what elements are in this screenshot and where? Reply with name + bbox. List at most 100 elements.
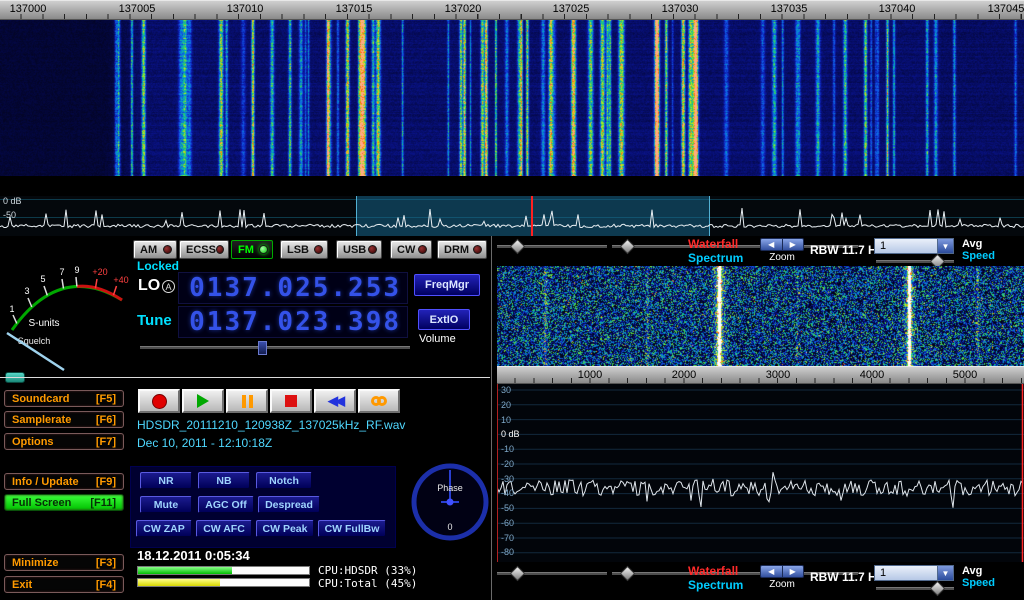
- zoom-out-icon[interactable]: ◀: [761, 239, 783, 250]
- play-icon: [197, 394, 209, 408]
- waterfall-tab[interactable]: Waterfall: [688, 564, 738, 578]
- cw-peak-button[interactable]: CW Peak: [256, 520, 314, 537]
- cw-afc-button[interactable]: CW AFC: [196, 520, 252, 537]
- rewind-icon: ◀◀: [328, 393, 342, 409]
- mode-button-usb[interactable]: USB: [336, 240, 382, 259]
- mode-button-am[interactable]: AM: [133, 240, 177, 259]
- volume-slider-handle[interactable]: [258, 341, 267, 355]
- spectrum-tab[interactable]: Spectrum: [688, 578, 743, 592]
- main-waterfall[interactable]: [0, 0, 1024, 176]
- phase-value: 0: [447, 522, 452, 532]
- avg-label: Avg: [962, 565, 982, 577]
- db-label: -50: [501, 503, 514, 513]
- zoom-stepper[interactable]: ◀▶: [760, 238, 804, 251]
- mode-label: AM: [140, 244, 157, 256]
- pause-button[interactable]: [226, 389, 268, 413]
- extio-button[interactable]: ExtIO: [418, 309, 470, 330]
- info-update-button[interactable]: Info / Update [F9]: [4, 473, 124, 490]
- s-meter-tick-label: 1: [9, 304, 14, 314]
- speed-slider-handle[interactable]: [930, 581, 946, 597]
- mode-button-ecss[interactable]: ECSS: [179, 240, 229, 259]
- mode-button-fm[interactable]: FM: [231, 240, 273, 259]
- loop-button[interactable]: [358, 389, 400, 413]
- cw-fullbw-button[interactable]: CW FullBw: [318, 520, 386, 537]
- mode-button-cw[interactable]: CW: [390, 240, 432, 259]
- s-meter-tick-label: 7: [59, 267, 64, 277]
- brightness-slider-handle[interactable]: [510, 239, 526, 255]
- db-label: -10: [501, 444, 514, 454]
- button-hotkey: [F11]: [90, 497, 116, 509]
- db-label: -50: [3, 210, 16, 220]
- db-label: 30: [501, 385, 511, 395]
- chevron-down-icon[interactable]: ▼: [937, 566, 953, 580]
- avg-select[interactable]: 1 ▼: [874, 565, 954, 581]
- despread-button[interactable]: Despread: [258, 496, 320, 513]
- mode-led-icon: [216, 245, 224, 254]
- loop-icon: [371, 396, 387, 406]
- tune-frequency-display[interactable]: 0137.023.398: [178, 306, 408, 338]
- button-hotkey: [F7]: [96, 436, 116, 448]
- zoom-spectrum[interactable]: 30 20 10 0 dB -10 -20 -30 -40 -50 -60 -7…: [497, 384, 1024, 562]
- zoom-in-icon[interactable]: ▶: [783, 566, 804, 577]
- button-label: Samplerate: [12, 414, 71, 426]
- avg-select[interactable]: 1 ▼: [874, 238, 954, 254]
- scale-ticks: [0, 14, 1024, 19]
- brightness-slider-handle[interactable]: [510, 566, 526, 582]
- samplerate-button[interactable]: Samplerate [F6]: [4, 411, 124, 428]
- s-meter: 1 3 5 7 9 +20 +40 S-units Squelch: [2, 238, 130, 372]
- db-label: -30: [501, 474, 514, 484]
- db-label: -40: [501, 488, 514, 498]
- zoom-frequency-scale[interactable]: 1000 2000 3000 4000 5000: [497, 366, 1024, 384]
- lo-label: LO: [138, 277, 160, 295]
- button-hotkey: [F3]: [96, 557, 116, 569]
- stop-icon: [285, 395, 297, 407]
- mode-button-lsb[interactable]: LSB: [280, 240, 328, 259]
- mute-button[interactable]: Mute: [140, 496, 192, 513]
- zoom-out-icon[interactable]: ◀: [761, 566, 783, 577]
- options-button[interactable]: Options [F7]: [4, 433, 124, 450]
- avg-label: Avg: [962, 238, 982, 250]
- volume-slider[interactable]: [140, 346, 410, 350]
- cpu-hdsdr-bar: [137, 566, 310, 575]
- rewind-button[interactable]: ◀◀: [314, 389, 356, 413]
- record-button[interactable]: [138, 389, 180, 413]
- contrast-slider-handle[interactable]: [620, 239, 636, 255]
- mode-button-drm[interactable]: DRM: [437, 240, 487, 259]
- zoom-stepper[interactable]: ◀▶: [760, 565, 804, 578]
- agc-button[interactable]: AGC Off: [198, 496, 254, 513]
- zoom-label: Zoom: [760, 579, 804, 590]
- zoom-waterfall[interactable]: [497, 266, 1024, 366]
- mode-led-icon: [163, 245, 172, 254]
- locked-status: Locked: [137, 259, 179, 273]
- overview-spectrum[interactable]: 0 dB -50: [0, 196, 1024, 236]
- nr-button[interactable]: NR: [140, 472, 192, 489]
- db-label: 0 dB: [501, 429, 520, 439]
- fullscreen-button[interactable]: Full Screen [F11]: [4, 494, 124, 511]
- phase-scope: Phase 0: [410, 462, 490, 542]
- db-label: 0 dB: [3, 196, 22, 206]
- tune-marker-line[interactable]: [531, 196, 533, 236]
- contrast-slider-handle[interactable]: [620, 566, 636, 582]
- record-icon: [152, 394, 167, 409]
- lo-frequency-display[interactable]: 0137.025.253: [178, 272, 408, 304]
- display-controls-top: Waterfall Spectrum ◀▶ Zoom RBW 11.7 Hz 1…: [492, 236, 1024, 266]
- play-button[interactable]: [182, 389, 224, 413]
- exit-button[interactable]: Exit [F4]: [4, 576, 124, 593]
- main-frequency-scale[interactable]: 137000 137005 137010 137015 137020 13702…: [0, 0, 1024, 20]
- avg-select-value: 1: [875, 566, 937, 580]
- spectrum-tab[interactable]: Spectrum: [688, 251, 743, 265]
- lo-lock-badge[interactable]: A: [162, 280, 175, 293]
- freqmgr-button[interactable]: FreqMgr: [414, 274, 480, 296]
- soundcard-button[interactable]: Soundcard [F5]: [4, 390, 124, 407]
- nb-button[interactable]: NB: [198, 472, 250, 489]
- s-meter-tick-label: 9: [74, 265, 79, 275]
- cw-zap-button[interactable]: CW ZAP: [136, 520, 192, 537]
- stop-button[interactable]: [270, 389, 312, 413]
- cpu-total-bar: [137, 578, 310, 587]
- notch-button[interactable]: Notch: [256, 472, 312, 489]
- waterfall-tab[interactable]: Waterfall: [688, 237, 738, 251]
- zoom-in-icon[interactable]: ▶: [783, 239, 804, 250]
- chevron-down-icon[interactable]: ▼: [937, 239, 953, 253]
- mode-led-icon: [259, 245, 268, 254]
- minimize-button[interactable]: Minimize [F3]: [4, 554, 124, 571]
